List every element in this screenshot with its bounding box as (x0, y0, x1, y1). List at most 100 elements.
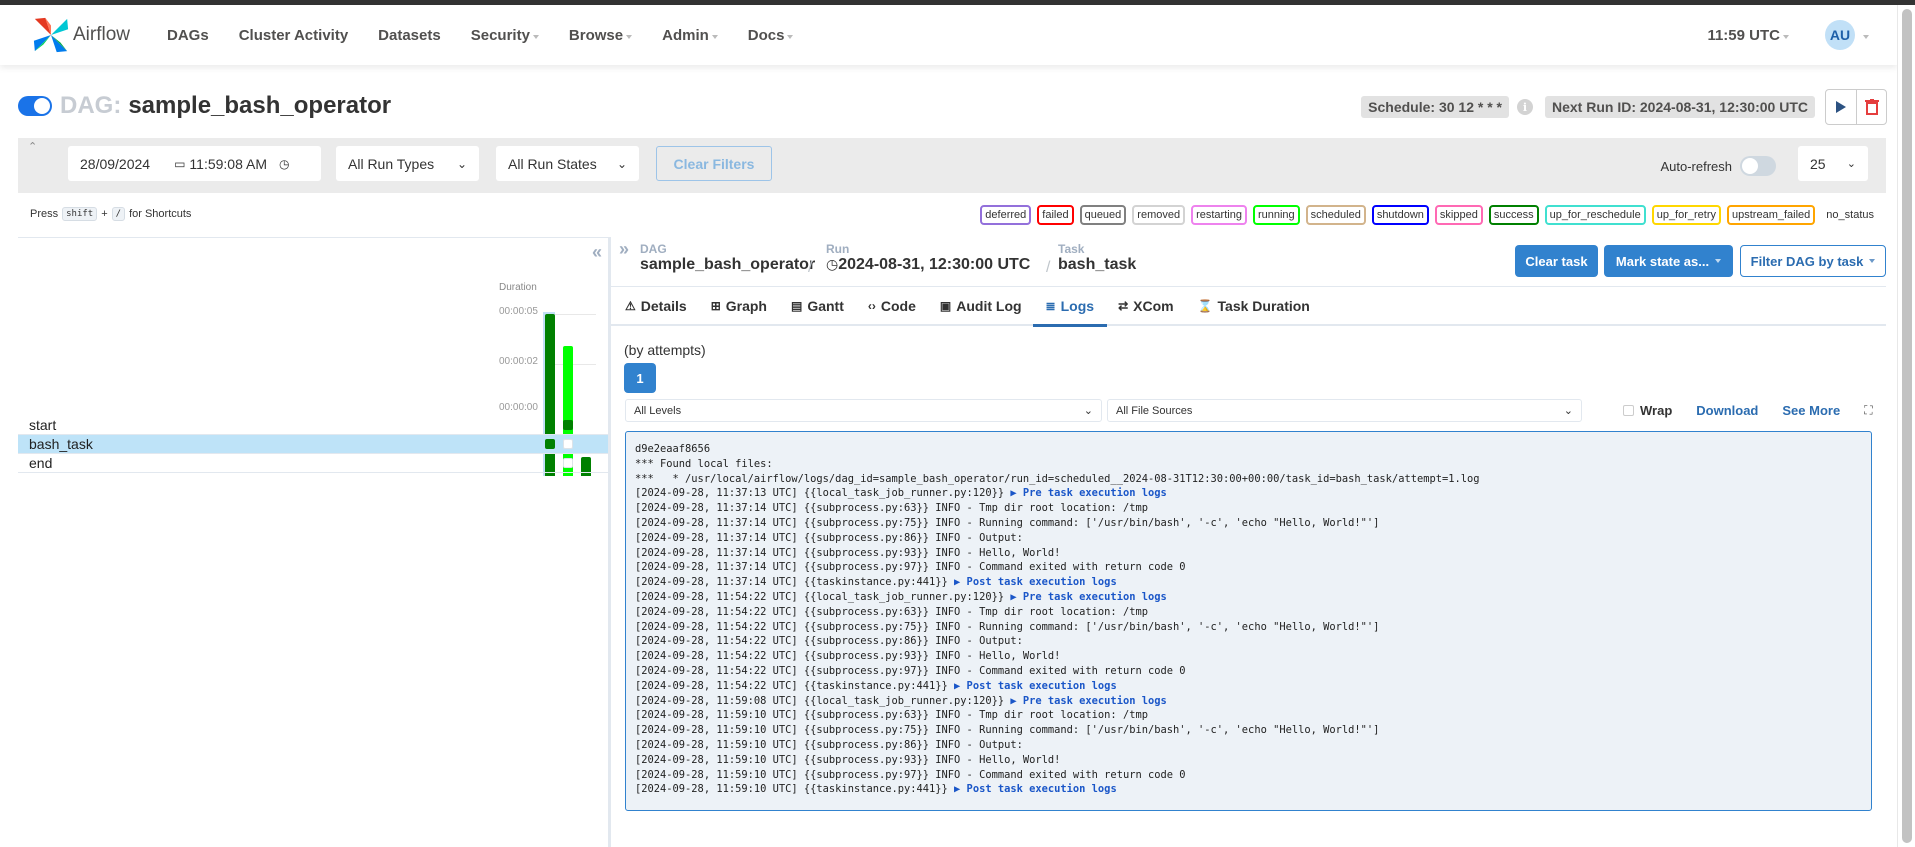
task-instance-square[interactable] (545, 439, 555, 449)
breadcrumb-dag[interactable]: DAG sample_bash_operator (640, 242, 815, 274)
next-run-badge: Next Run ID: 2024-08-31, 12:30:00 UTC (1545, 96, 1815, 118)
see-more-link[interactable]: See More (1782, 403, 1840, 418)
legend-up-for-reschedule[interactable]: up_for_reschedule (1544, 205, 1646, 225)
log-group-toggle[interactable]: ▶ Post task execution logs (954, 680, 1117, 692)
legend-up-for-retry[interactable]: up_for_retry (1651, 205, 1722, 225)
legend-deferred[interactable]: deferred (980, 205, 1032, 225)
page-title: sample_bash_operator (128, 92, 392, 119)
log-group-toggle[interactable]: ▶ Post task execution logs (954, 576, 1117, 588)
log-line: [2024-09-28, 11:54:22 UTC] {{local_task_… (635, 590, 1862, 605)
log-level-select[interactable]: All Levels ⌄ (625, 399, 1102, 422)
task-instance-square[interactable] (563, 458, 573, 468)
task-row-bash-task[interactable]: bash_task (18, 435, 608, 454)
tab-logs[interactable]: ≣ Logs (1032, 287, 1107, 327)
log-group-toggle[interactable]: ▶ Pre task execution logs (1010, 695, 1166, 707)
log-tools: Wrap Download See More ⛶ (1623, 403, 1873, 418)
nav-item-datasets[interactable]: Datasets (378, 27, 441, 44)
nav-item-browse[interactable]: Browse (569, 27, 633, 44)
tab-code[interactable]: ‹› Code (868, 287, 916, 325)
attempt-1-button[interactable]: 1 (624, 363, 656, 393)
nav-item-dags[interactable]: DAGs (167, 27, 209, 44)
task-instance-square[interactable] (563, 439, 573, 449)
log-group-toggle[interactable]: ▶ Post task execution logs (954, 783, 1117, 795)
tab-task-duration[interactable]: ⌛ Task Duration (1198, 287, 1310, 325)
nav-item-admin[interactable]: Admin (662, 27, 718, 44)
tab-label: Code (880, 297, 916, 314)
run-states-select[interactable]: All Run States ⌄ (496, 146, 639, 181)
brand-link[interactable]: Airflow (32, 16, 152, 54)
tab-audit-log[interactable]: ▣ Audit Log (940, 287, 1022, 325)
task-instance-square[interactable] (545, 458, 555, 468)
task-row-end[interactable]: end (18, 454, 608, 473)
tab-xcom[interactable]: ⇄ XCom (1118, 287, 1174, 325)
nav-item-docs[interactable]: Docs (748, 27, 794, 44)
breadcrumb-task[interactable]: Task bash_task (1058, 242, 1136, 274)
filter-dag-by-task-button[interactable]: Filter DAG by task (1740, 245, 1886, 277)
run-states-value: All Run States (508, 155, 597, 172)
dag-pause-toggle[interactable] (18, 96, 52, 116)
clock-icon: ◷ (826, 256, 839, 272)
breadcrumb-value: bash_task (1058, 256, 1137, 273)
legend-success[interactable]: success (1488, 205, 1539, 225)
wrap-checkbox[interactable] (1623, 405, 1634, 416)
scrollbar-thumb[interactable] (1902, 9, 1912, 843)
collapse-grid-icon[interactable]: « (592, 242, 602, 263)
run-types-select[interactable]: All Run Types ⌄ (336, 146, 479, 181)
collapse-filters-icon[interactable]: ⌃ (28, 140, 37, 153)
breadcrumb-run[interactable]: Run ◷2024-08-31, 12:30:00 UTC (826, 242, 1030, 274)
legend-upstream-failed[interactable]: upstream_failed (1727, 205, 1816, 225)
chevron-down-icon (711, 34, 718, 39)
log-source-select[interactable]: All File Sources ⌄ (1107, 399, 1582, 422)
legend-scheduled[interactable]: scheduled (1305, 205, 1366, 225)
log-line: [2024-09-28, 11:37:14 UTC] {{subprocess.… (635, 560, 1862, 575)
legend-removed[interactable]: removed (1132, 205, 1186, 225)
log-line: [2024-09-28, 11:37:14 UTC] {{subprocess.… (635, 516, 1862, 531)
run-id-text: 2024-08-31, 12:30:00 UTC (838, 256, 1031, 273)
log-group-toggle[interactable]: ▶ Pre task execution logs (1010, 591, 1166, 603)
legend-queued[interactable]: queued (1079, 205, 1127, 225)
task-row-start[interactable]: start (18, 416, 608, 435)
download-link[interactable]: Download (1696, 403, 1758, 418)
dag-header: DAG: sample_bash_operator (18, 92, 391, 120)
user-menu[interactable]: AU (1825, 20, 1869, 50)
chevron-down-icon (1715, 259, 1722, 263)
auto-refresh-toggle[interactable] (1740, 156, 1776, 176)
log-viewer[interactable]: d9e2eaaf8656 *** Found local files: *** * … (625, 431, 1872, 811)
log-text: [2024-09-28, 11:59:08 UTC] {{local_task_… (635, 694, 1011, 707)
legend-running[interactable]: running (1252, 205, 1300, 225)
task-instance-square[interactable] (545, 420, 555, 430)
tab-gantt[interactable]: ▤ Gantt (791, 287, 844, 325)
breadcrumb-label: DAG (640, 242, 667, 256)
log-line: [2024-09-28, 11:37:14 UTC] {{subprocess.… (635, 546, 1862, 561)
clear-filters-button[interactable]: Clear Filters (656, 146, 772, 181)
nav-item-label: DAGs (167, 26, 209, 44)
legend-shutdown[interactable]: shutdown (1371, 205, 1429, 225)
page-size-select[interactable]: 25 ⌄ (1798, 146, 1868, 181)
tab-details[interactable]: ⚠ Details (625, 287, 687, 325)
legend-skipped[interactable]: skipped (1434, 205, 1483, 225)
attempts-label: (by attempts) (624, 342, 706, 358)
log-level-value: All Levels (634, 404, 682, 417)
base-date-input[interactable]: 28/09/2024 ▭ 11:59:08 AM ◷ (68, 146, 321, 181)
trigger-dag-button[interactable] (1826, 90, 1856, 124)
legend-no-status[interactable]: no_status (1821, 205, 1879, 225)
expand-details-icon[interactable]: » (619, 239, 629, 260)
nav-item-security[interactable]: Security (471, 27, 539, 44)
legend-restarting[interactable]: restarting (1191, 205, 1247, 225)
page-scrollbar[interactable] (1897, 5, 1915, 847)
clear-task-button[interactable]: Clear task (1515, 245, 1598, 277)
gantt-icon: ▤ (790, 298, 803, 313)
delete-dag-button[interactable] (1856, 90, 1886, 124)
mark-state-button[interactable]: Mark state as... (1604, 245, 1733, 277)
chevron-down-icon (532, 34, 539, 39)
fullscreen-icon[interactable]: ⛶ (1864, 403, 1872, 418)
log-group-toggle[interactable]: ▶ Pre task execution logs (1010, 487, 1166, 499)
timezone-menu[interactable]: 11:59 UTC (1707, 27, 1789, 44)
task-list: start bash_task end (18, 416, 608, 473)
task-instance-square[interactable] (563, 420, 573, 430)
log-text: *** * /usr/local/airflow/logs/dag_id=sam… (635, 472, 1480, 485)
nav-item-cluster-activity[interactable]: Cluster Activity (239, 27, 348, 44)
tab-graph[interactable]: ⊞ Graph (711, 287, 767, 325)
legend-failed[interactable]: failed (1037, 205, 1074, 225)
info-icon[interactable]: i (1517, 99, 1533, 115)
